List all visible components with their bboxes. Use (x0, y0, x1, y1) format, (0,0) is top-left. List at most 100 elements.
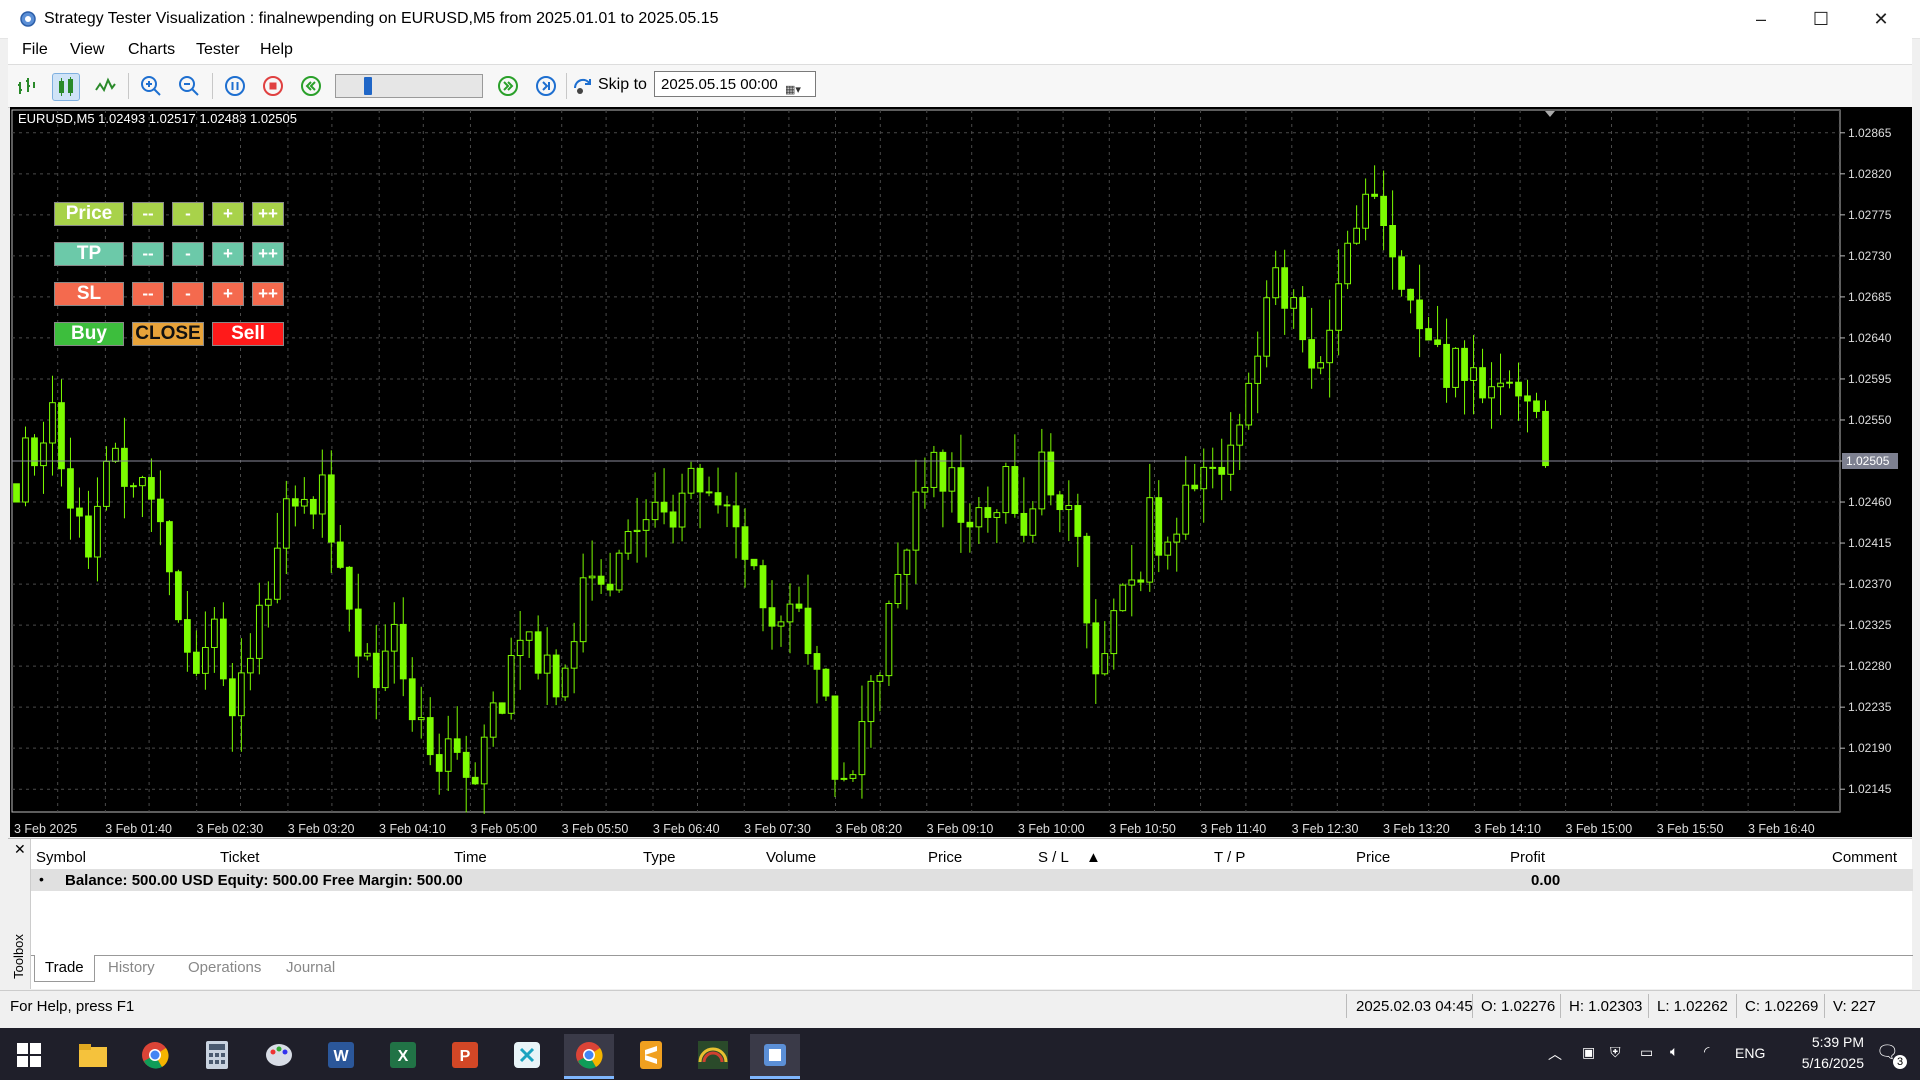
sublime-icon[interactable] (626, 1034, 676, 1076)
menu-file[interactable]: File (22, 41, 48, 59)
candle-body (1299, 297, 1307, 341)
status-high: H: 1.02303 (1569, 998, 1643, 1015)
skip-date-field[interactable]: 2025.05.15 00:00 ▦▾ (654, 71, 816, 97)
chrome-icon[interactable] (130, 1034, 180, 1076)
skip-date-value: 2025.05.15 00:00 (661, 76, 778, 93)
rewind-icon[interactable] (298, 73, 324, 99)
xmind-icon[interactable] (502, 1034, 552, 1076)
candlestick-icon[interactable] (52, 73, 80, 101)
col-price[interactable]: Price (928, 849, 962, 866)
tray-chevron-icon[interactable]: ︿ (1548, 1044, 1562, 1064)
candle-body (1344, 242, 1352, 285)
buy-button[interactable]: Buy (54, 322, 124, 346)
clock-time[interactable]: 5:39 PM (1786, 1034, 1864, 1050)
sl-increase-button[interactable]: + (212, 282, 244, 306)
candle-body (822, 668, 830, 697)
sort-asc-icon[interactable]: ▲ (1086, 849, 1101, 866)
col-price-current[interactable]: Price (1356, 849, 1390, 866)
col-comment[interactable]: Comment (1832, 849, 1897, 866)
price-increase-button[interactable]: + (212, 202, 244, 226)
menu-tester[interactable]: Tester (196, 41, 240, 59)
skip-to-end-icon[interactable] (533, 73, 559, 99)
excel-icon[interactable]: X (378, 1034, 428, 1076)
col-sl[interactable]: S / L (1038, 849, 1069, 866)
tab-trade[interactable]: Trade (34, 955, 95, 982)
file-explorer-icon[interactable] (68, 1034, 118, 1076)
price-chart[interactable]: 1.02865 1.02820 1.02775 1.02730 1.02685 1.026… (10, 107, 1912, 837)
col-tp[interactable]: T / P (1214, 849, 1245, 866)
candle-body (1110, 610, 1118, 655)
tab-operations[interactable]: Operations (178, 955, 271, 981)
sl-decrease-button[interactable]: - (172, 282, 204, 306)
line-chart-icon[interactable] (92, 73, 118, 99)
close-window-button[interactable]: ✕ (1852, 0, 1910, 38)
candle-body (786, 603, 794, 623)
zoom-in-icon[interactable] (138, 73, 164, 99)
alpari-terminal-icon[interactable] (688, 1034, 738, 1076)
wifi-icon[interactable]: ◜ (1704, 1043, 1709, 1060)
sell-button[interactable]: Sell (212, 322, 284, 346)
chart-canvas[interactable]: 1.02865 1.02820 1.02775 1.02730 1.02685 1.026… (10, 107, 1912, 837)
volume-icon[interactable]: 🔈︎ (1670, 1043, 1678, 1060)
tp-big-decrease-button[interactable]: -- (132, 242, 164, 266)
tab-journal[interactable]: Journal (276, 955, 345, 981)
tray-security-icon[interactable]: ⛨ (1610, 1044, 1621, 1061)
tp-increase-button[interactable]: + (212, 242, 244, 266)
strategy-tester-taskbar-icon[interactable] (750, 1034, 800, 1079)
close-button[interactable]: CLOSE (132, 322, 204, 346)
menu-view[interactable]: View (70, 41, 104, 59)
fast-forward-icon[interactable] (495, 73, 521, 99)
minimize-button[interactable]: – (1732, 0, 1790, 38)
toolbox-close-icon[interactable]: ✕ (14, 841, 26, 858)
candle-body (1218, 466, 1226, 475)
word-icon[interactable]: W (316, 1034, 366, 1076)
clock-date[interactable]: 5/16/2025 (1778, 1055, 1864, 1071)
language-indicator[interactable]: ENG (1735, 1045, 1765, 1061)
chrome-active-icon[interactable] (564, 1034, 614, 1079)
balance-row[interactable]: • Balance: 500.00 USD Equity: 500.00 Fre… (31, 869, 1913, 891)
candle-body (121, 447, 128, 487)
speed-slider-thumb[interactable] (364, 77, 372, 95)
maximize-button[interactable]: ☐ (1792, 0, 1850, 38)
calculator-icon[interactable] (192, 1034, 242, 1076)
battery-icon[interactable]: ▭ (1640, 1044, 1653, 1061)
col-profit[interactable]: Profit (1510, 849, 1545, 866)
tp-decrease-button[interactable]: - (172, 242, 204, 266)
bar-chart-icon[interactable] (14, 73, 40, 99)
candle-body (166, 521, 173, 573)
windows-start-icon[interactable] (4, 1034, 54, 1076)
candle-body (139, 477, 146, 487)
menu-help[interactable]: Help (260, 41, 293, 59)
col-ticket[interactable]: Ticket (220, 849, 259, 866)
zoom-out-icon[interactable] (176, 73, 202, 99)
powerpoint-icon[interactable]: P (440, 1034, 490, 1076)
stop-icon[interactable] (260, 73, 286, 99)
x-tick-label: 3 Feb 05:00 (470, 822, 537, 836)
candle-body (1380, 195, 1387, 227)
col-type[interactable]: Type (643, 849, 676, 866)
speed-slider[interactable] (335, 74, 483, 98)
sl-big-increase-button[interactable]: ++ (252, 282, 284, 306)
col-volume[interactable]: Volume (766, 849, 816, 866)
candle-body (813, 653, 821, 670)
price-big-decrease-button[interactable]: -- (132, 202, 164, 226)
sl-big-decrease-button[interactable]: -- (132, 282, 164, 306)
y-tick-label: 1.02595 (1848, 372, 1892, 386)
candle-body (444, 738, 452, 772)
col-time[interactable]: Time (454, 849, 487, 866)
price-decrease-button[interactable]: - (172, 202, 204, 226)
x-tick-label: 3 Feb 07:30 (744, 822, 811, 836)
price-big-increase-button[interactable]: ++ (252, 202, 284, 226)
candle-body (264, 598, 272, 606)
calendar-dropdown-icon[interactable]: ▦▾ (785, 77, 811, 96)
paint-icon[interactable] (254, 1034, 304, 1076)
pause-icon[interactable] (222, 73, 248, 99)
skip-to-icon[interactable] (570, 73, 596, 99)
tp-big-increase-button[interactable]: ++ (252, 242, 284, 266)
y-tick-label: 1.02550 (1848, 413, 1892, 427)
tab-history[interactable]: History (98, 955, 165, 981)
menu-charts[interactable]: Charts (128, 41, 175, 59)
col-symbol[interactable]: Symbol (36, 849, 86, 866)
tray-device-icon[interactable]: ▣ (1582, 1044, 1595, 1061)
candle-body (705, 491, 713, 494)
